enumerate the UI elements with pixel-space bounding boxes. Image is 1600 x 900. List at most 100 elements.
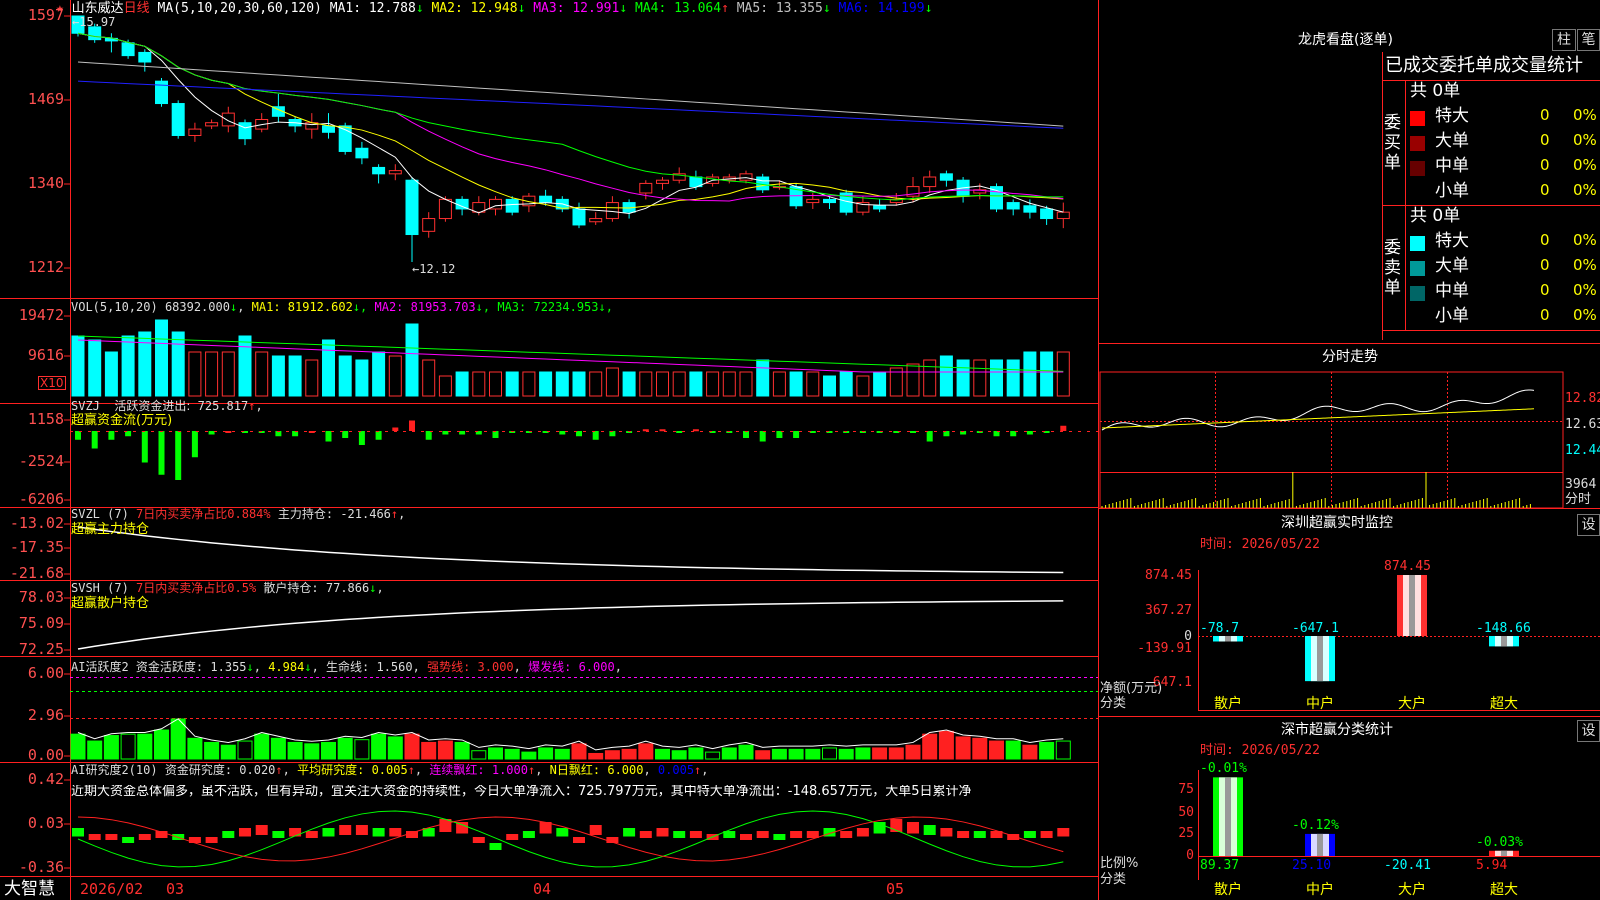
vol-unit: X10 <box>38 376 66 390</box>
realtime-category: 散户 <box>1214 696 1242 712</box>
date-label: 2026/02 <box>80 880 144 898</box>
color-swatch <box>1410 136 1425 151</box>
axis-label: -0.36 <box>18 858 64 876</box>
color-swatch <box>1410 111 1425 126</box>
axis-label: 1597 <box>27 6 64 24</box>
order-size-label: 小单 <box>1435 306 1469 326</box>
realtime-settings-button[interactable]: 设 <box>1577 514 1600 536</box>
svzl-title: SVZL (7) 7日内买卖净占比0.884% 主力持仓: -21.466↑, <box>71 507 406 521</box>
tick-mode-button[interactable]: 笔 <box>1577 29 1600 51</box>
high-mark: ←15.97 <box>72 15 116 29</box>
svzl-label2: 主力持仓: <box>277 507 334 521</box>
svsh-label2: 散户持仓: <box>263 581 319 595</box>
axis-label: -2524 <box>18 452 64 470</box>
classify-title: 深市超赢分类统计 <box>1281 722 1393 738</box>
axis-label: -21.68 <box>9 564 64 582</box>
classify-value-label: 25.10 <box>1292 858 1332 873</box>
ai1-label2: 生命线: <box>326 660 370 674</box>
vol-title: VOL(5,10,20) 68392.000↓, MA1: 81912.602↓… <box>71 300 613 314</box>
realtime-bar-label: -647.1 <box>1292 621 1339 636</box>
ai2-label3: 连续飘红: <box>429 763 485 777</box>
svzl-value2: -21.466 <box>340 507 391 521</box>
order-pct: 0% <box>1573 131 1597 149</box>
classify-xlabel: 分类 <box>1100 872 1127 887</box>
classify-pct-label: -0.01% <box>1200 761 1247 777</box>
realtime-title: 深圳超赢实时监控 <box>1281 515 1393 531</box>
period-label[interactable]: 日线 <box>124 1 150 16</box>
order-size-label: 中单 <box>1435 281 1469 301</box>
classify-axis-label: 75 <box>1178 782 1194 797</box>
classify-ylabel: 比例% <box>1100 856 1139 871</box>
classify-settings-button[interactable]: 设 <box>1577 720 1600 742</box>
axis-label: 1212 <box>27 258 64 276</box>
longhu-title: 龙虎看盘(逐单) <box>1298 32 1393 48</box>
ai1-value2: 1.560 <box>376 660 413 674</box>
order-pct: 0% <box>1573 156 1597 174</box>
axis-label: 0.42 <box>27 770 64 788</box>
axis-label: -6206 <box>18 490 64 508</box>
stock-name[interactable]: 山东威达 <box>72 1 124 16</box>
svzl-label1: 7日内买卖净占比 <box>136 507 228 521</box>
realtime-bar-label: 874.45 <box>1384 559 1431 574</box>
color-swatch <box>1410 261 1425 276</box>
classify-value-label: -20.41 <box>1384 858 1431 873</box>
realtime-ylabel: 净额(万元) <box>1100 681 1163 696</box>
svsh-value1: 0.5% <box>227 581 257 595</box>
classify-axis-label: 0 <box>1186 848 1194 863</box>
color-swatch <box>1410 186 1425 201</box>
ai2-label2: 平均研究度: <box>297 763 365 777</box>
ai2-comment: 近期大资金总体偏多，虽不活跃，但有异动，宜关注大资金的持续性，今日大单净流入：7… <box>71 785 972 798</box>
order-pct: 0% <box>1573 106 1597 124</box>
intraday-axis-label: 12.63 <box>1565 417 1600 432</box>
color-swatch <box>1410 286 1425 301</box>
axis-label: 0.00 <box>27 746 64 764</box>
ai1-value1b: 4.984 <box>268 660 305 674</box>
brand-label[interactable]: 大智慧 <box>4 881 55 898</box>
ai1-value3: 3.000 <box>477 660 514 674</box>
ai2-value5: 0.005 <box>657 763 695 777</box>
vol-ma-value: MA1: 81912.602 <box>251 300 353 314</box>
order-count: 0 <box>1540 306 1550 324</box>
ai1-label1: 资金活跃度: <box>135 660 204 674</box>
date-label: 05 <box>886 880 905 898</box>
ai1-title: AI活跃度2 资金活跃度: 1.355↓, 4.984↓, 生命线: 1.560… <box>71 660 622 674</box>
realtime-bar <box>1305 636 1335 682</box>
vol-spec: VOL(5,10,20) <box>71 300 158 314</box>
classify-bar <box>1305 833 1335 856</box>
ai2-value4: 6.000 <box>607 763 644 777</box>
order-size-label: 特大 <box>1435 106 1469 126</box>
ai2-label1: 资金研究度: <box>164 763 233 777</box>
svzj-value: 725.817 <box>197 399 249 413</box>
side-label: 委卖单 <box>1384 238 1401 298</box>
ma-value: MA6: 14.199 <box>830 1 925 16</box>
order-count: 0 <box>1540 156 1550 174</box>
realtime-category: 中户 <box>1306 696 1334 712</box>
ma-value: MA2: 12.948 <box>423 1 518 16</box>
ai1-name: AI活跃度2 <box>71 660 129 674</box>
classify-value-label: 5.94 <box>1476 858 1508 873</box>
svsh-label1: 7日内买卖净占比 <box>136 581 228 595</box>
classify-category: 中户 <box>1306 882 1334 898</box>
ma-spec: MA(5,10,20,30,60,120) <box>157 1 322 16</box>
stat-title: 已成交委托单成交量统计 <box>1385 55 1583 76</box>
classify-category: 超大 <box>1490 882 1518 898</box>
classify-bar <box>1213 777 1243 856</box>
color-swatch <box>1410 311 1425 326</box>
svzl-sub: 超赢主力持仓 <box>71 522 150 537</box>
color-swatch <box>1410 236 1425 251</box>
realtime-axis-label: 874.45 <box>1145 568 1192 583</box>
order-size-label: 大单 <box>1435 131 1469 151</box>
realtime-bar <box>1397 575 1427 636</box>
axis-label: 9616 <box>27 346 64 364</box>
ai2-value1: 0.020 <box>239 763 276 777</box>
ma-value: MA5: 13.355 <box>728 1 823 16</box>
svzj-label: 活跃资金进出: <box>114 399 191 413</box>
classify-axis-label: 50 <box>1178 805 1194 820</box>
classify-axis-label: 25 <box>1178 826 1194 841</box>
intraday-axis-label: 12.82 <box>1565 391 1600 406</box>
ma-value: MA3: 12.991 <box>525 1 620 16</box>
svsh-arrow: ↓ <box>369 581 377 595</box>
intraday-axis-label: 12.44 <box>1565 443 1600 458</box>
bar-mode-button[interactable]: 柱 <box>1552 29 1576 51</box>
realtime-category: 超大 <box>1490 696 1518 712</box>
